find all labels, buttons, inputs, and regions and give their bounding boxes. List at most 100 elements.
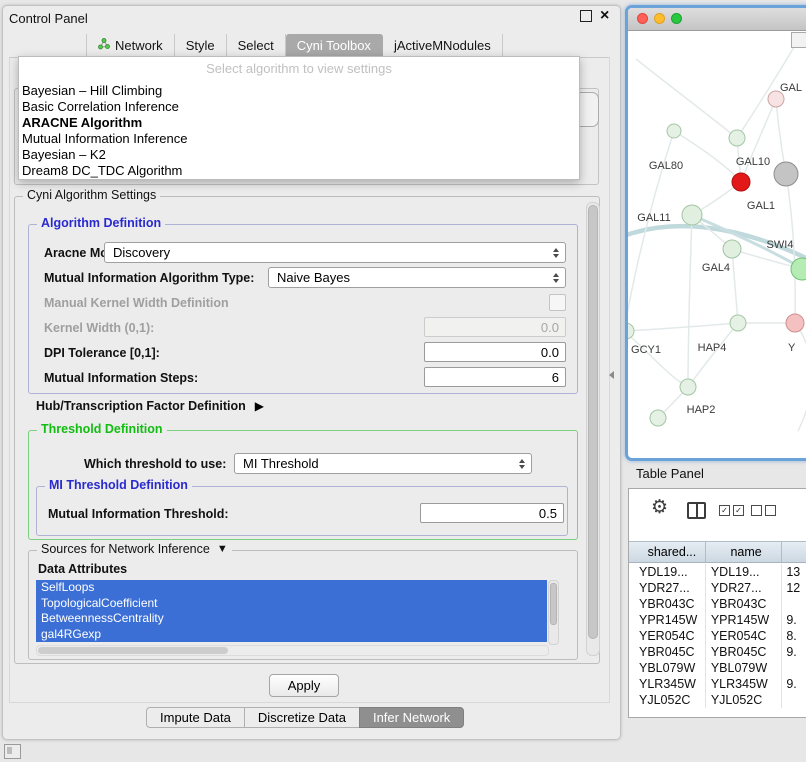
columns-icon[interactable]	[687, 502, 706, 519]
tab-cyni-toolbox[interactable]: Cyni Toolbox	[286, 34, 383, 57]
mi-steps-field[interactable]: 6	[424, 367, 566, 387]
which-threshold-combobox[interactable]: MI Threshold	[234, 453, 532, 474]
attributes-vscrollbar-thumb[interactable]	[550, 583, 557, 625]
table-row[interactable]: YJL052CYJL052C	[629, 692, 806, 708]
attributes-hscrollbar-thumb[interactable]	[38, 647, 228, 654]
select-all-columns-icon[interactable]: ✓ ✓	[719, 505, 744, 516]
network-window-titlebar[interactable]	[628, 8, 806, 31]
minimize-traffic-light-icon[interactable]	[654, 13, 665, 24]
algorithm-option[interactable]: Dream8 DC_TDC Algorithm	[19, 163, 579, 179]
gear-icon[interactable]: ⚙	[651, 497, 668, 519]
algorithm-option[interactable]: ARACNE Algorithm	[19, 115, 579, 131]
mi-threshold-legend: MI Threshold Definition	[45, 478, 192, 492]
network-node[interactable]	[682, 205, 702, 225]
mi-threshold-label: Mutual Information Threshold:	[48, 507, 229, 521]
mi-threshold-field[interactable]: 0.5	[420, 503, 564, 523]
hub-definition-expander[interactable]: Hub/Transcription Factor Definition ▶	[36, 399, 264, 413]
tab-label: Cyni Toolbox	[297, 38, 371, 53]
network-node[interactable]	[680, 379, 696, 395]
network-node[interactable]	[729, 130, 745, 146]
table-row[interactable]: YBR045CYBR045C9.	[629, 644, 806, 660]
table-cell: YPR145W	[629, 612, 706, 628]
aracne-mode-combobox[interactable]: Discovery	[104, 242, 566, 263]
network-node[interactable]	[732, 173, 750, 191]
network-node[interactable]	[628, 323, 634, 339]
table-cell	[782, 692, 806, 708]
deselect-all-columns-icon[interactable]	[751, 505, 776, 516]
mi-type-combobox[interactable]: Naive Bayes	[268, 267, 566, 288]
table-cell: 9.	[782, 644, 806, 660]
settings-scrollbar[interactable]	[586, 202, 600, 656]
bottom-tab-infer-network[interactable]: Infer Network	[359, 707, 464, 728]
attribute-item[interactable]: TopologicalCoefficient	[36, 596, 547, 612]
close-traffic-light-icon[interactable]	[637, 13, 648, 24]
bottom-tab-impute-data[interactable]: Impute Data	[146, 707, 245, 728]
algorithm-option[interactable]: Basic Correlation Inference	[19, 99, 579, 115]
network-node[interactable]	[650, 410, 666, 426]
sources-legend[interactable]: Sources for Network Inference ▼	[37, 542, 232, 556]
bottom-tab-discretize-data[interactable]: Discretize Data	[244, 707, 360, 728]
minimized-panel-icon[interactable]	[4, 744, 21, 759]
attribute-item[interactable]: gal4RGexp	[36, 627, 547, 643]
attribute-item[interactable]: BetweennessCentrality	[36, 611, 547, 627]
algorithm-option[interactable]: Bayesian – Hill Climbing	[19, 83, 579, 99]
network-node[interactable]	[774, 162, 798, 186]
window-controls: ×	[580, 10, 609, 22]
dpi-tolerance-label: DPI Tolerance [0,1]:	[44, 346, 160, 360]
checked-box-icon: ✓	[733, 505, 744, 516]
table-cell: YBR043C	[629, 596, 706, 612]
control-panel-tabs: NetworkStyle Select Cyni Toolbox jActiveMNo…	[86, 34, 503, 57]
table-header-cell[interactable]	[782, 542, 806, 562]
apply-button[interactable]: Apply	[269, 674, 339, 697]
table-cell: YDR27...	[629, 580, 706, 596]
table-toolbar: ⚙ ✓ ✓	[629, 489, 806, 541]
zoom-traffic-light-icon[interactable]	[671, 13, 682, 24]
sources-legend-label: Sources for Network Inference	[41, 542, 210, 556]
network-node[interactable]	[786, 314, 804, 332]
tab-style[interactable]: Style	[175, 34, 227, 57]
cyni-settings-legend: Cyni Algorithm Settings	[23, 188, 160, 202]
algorithm-option[interactable]: Bayesian – K2	[19, 147, 579, 163]
cyni-bottom-tabs: Impute DataDiscretize DataInfer Network	[146, 707, 464, 728]
attributes-hscrollbar[interactable]	[36, 645, 549, 656]
network-node-label: GAL10	[736, 156, 770, 168]
network-node[interactable]	[667, 124, 681, 138]
mi-type-label: Mutual Information Algorithm Type:	[44, 271, 254, 285]
birdseye-toggle-icon[interactable]	[791, 32, 806, 48]
attributes-vscrollbar[interactable]	[548, 580, 559, 645]
splitter-collapse-icon[interactable]	[609, 371, 614, 379]
attribute-item[interactable]: SelfLoops	[36, 580, 547, 596]
table-row[interactable]: YBL079WYBL079W	[629, 660, 806, 676]
table-cell: YJL052C	[706, 692, 782, 708]
network-node[interactable]	[791, 258, 806, 280]
table-cell: YBR045C	[706, 644, 782, 660]
float-window-icon[interactable]	[580, 10, 592, 22]
table-row[interactable]: YLR345WYLR345W9.	[629, 676, 806, 692]
network-canvas[interactable]: GALGAL80GAL10GAL11GAL1SWI4GAL4GCY1HAP4YH…	[628, 31, 806, 455]
close-icon[interactable]: ×	[600, 10, 609, 22]
combo-arrows-icon	[553, 268, 559, 287]
table-row[interactable]: YDL19...YDL19...13	[629, 564, 806, 580]
network-node[interactable]	[730, 315, 746, 331]
table-row[interactable]: YDR27...YDR27...12	[629, 580, 806, 596]
table-row[interactable]: YBR043CYBR043C	[629, 596, 806, 612]
table-row[interactable]: YER054CYER054C8.	[629, 628, 806, 644]
algorithm-option[interactable]: Mutual Information Inference	[19, 131, 579, 147]
network-node-label: GAL11	[637, 212, 670, 224]
tab-jactivemnodules[interactable]: jActiveMNodules	[383, 34, 503, 57]
tab-select[interactable]: Select	[227, 34, 286, 57]
table-header-cell[interactable]: name	[706, 542, 782, 562]
tab-network[interactable]: Network	[86, 34, 175, 57]
table-header-cell[interactable]: shared...	[629, 542, 706, 562]
combo-arrows-icon	[519, 454, 525, 473]
settings-scrollbar-thumb[interactable]	[588, 205, 598, 639]
network-node-label: GAL4	[702, 262, 730, 274]
table-body: YDL19...YDL19...13YDR27...YDR27...12YBR0…	[629, 564, 806, 708]
table-cell: YBR043C	[706, 596, 782, 612]
dpi-tolerance-field[interactable]: 0.0	[424, 342, 566, 362]
table-row[interactable]: YPR145WYPR145W9.	[629, 612, 806, 628]
network-node[interactable]	[723, 240, 741, 258]
mi-steps-label: Mutual Information Steps:	[44, 371, 198, 385]
tab-label: Select	[238, 38, 274, 53]
table-cell: 9.	[782, 676, 806, 692]
